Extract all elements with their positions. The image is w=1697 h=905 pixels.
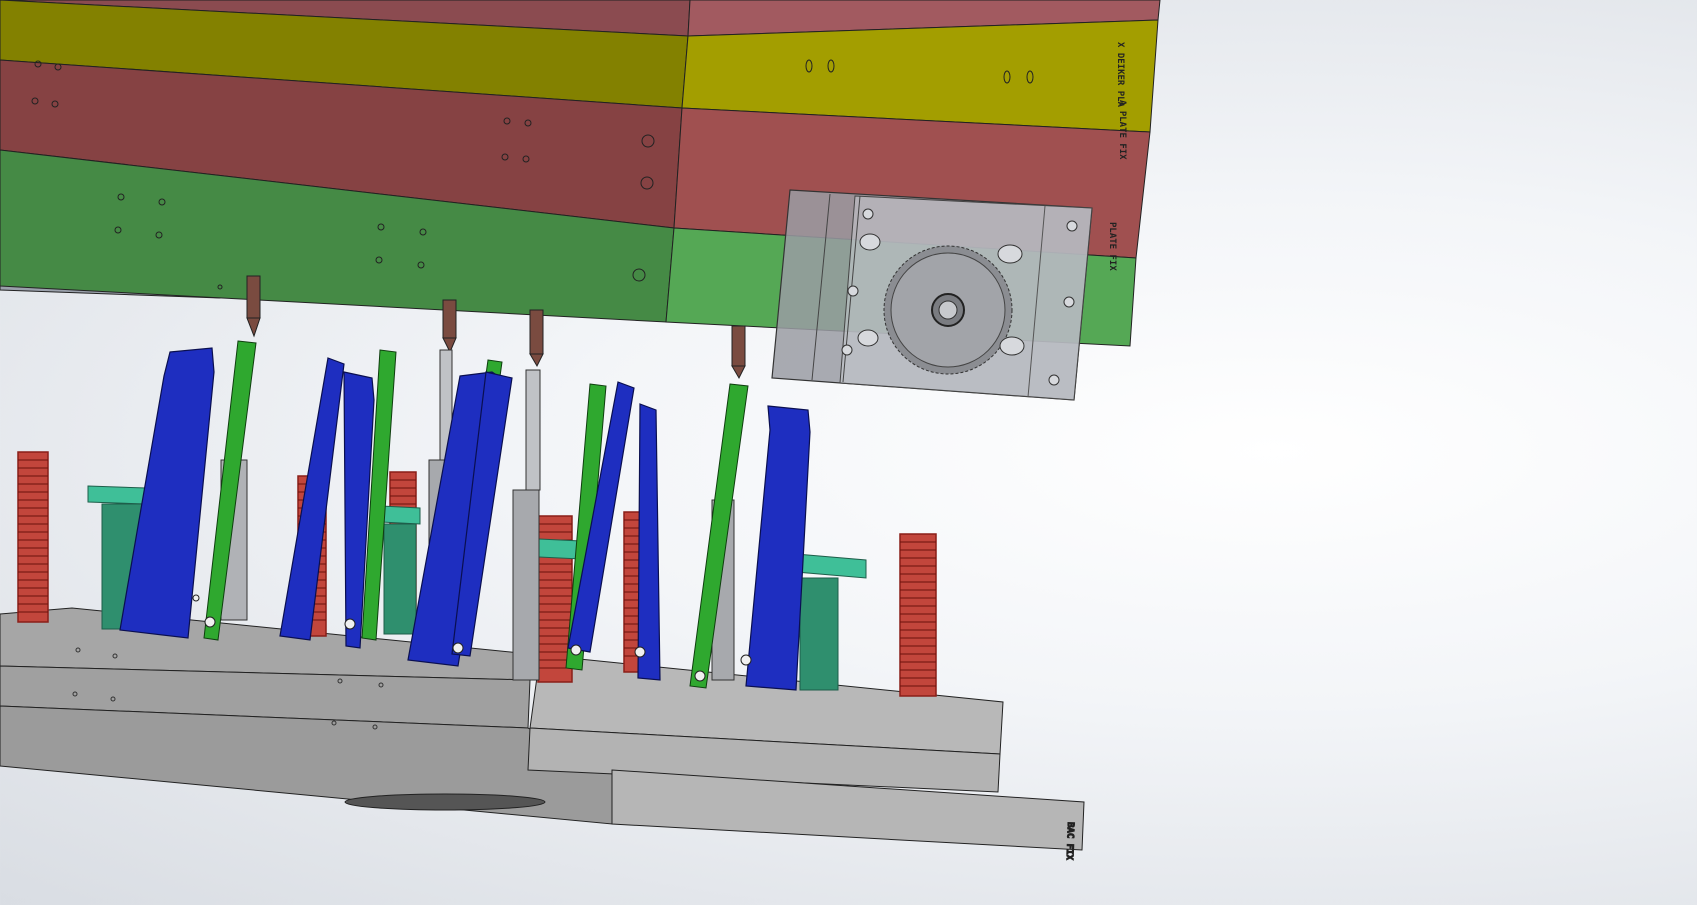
lifter-2 [279, 357, 345, 641]
base-foot [344, 793, 546, 811]
engraving-top-3: PLATE FIX [1107, 222, 1117, 271]
spur-gear [883, 245, 1013, 375]
engraving-bottom: BAC FIX [1064, 822, 1075, 861]
mold-assembly-drawing: X DEIKER PLA A PLATE FIX PLATE FIX BAC F… [0, 0, 1161, 861]
gearbox-assembly [771, 189, 1093, 401]
cad-viewport[interactable]: X DEIKER PLA A PLATE FIX PLATE FIX BAC F… [0, 0, 1697, 901]
engraving-top-2: A PLATE FIX [1117, 100, 1127, 160]
lifter-7 [637, 403, 661, 681]
engraving-top-1: X DEIKER PLA [1115, 42, 1125, 108]
